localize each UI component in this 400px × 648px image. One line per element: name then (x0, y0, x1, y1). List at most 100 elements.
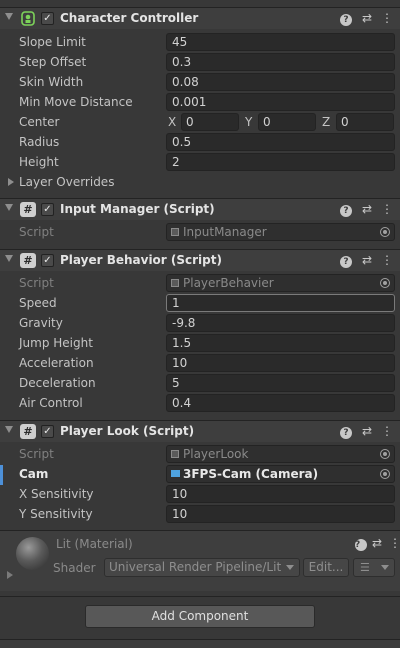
script-reference-value: InputManager (183, 225, 267, 239)
field-label: Script (19, 276, 54, 290)
field-label: Deceleration (19, 376, 96, 390)
chevron-down-icon (381, 565, 389, 570)
field-label: Step Offset (19, 55, 87, 69)
center-y-label[interactable]: Y (245, 115, 252, 129)
player-look-header[interactable]: # ✓ Player Look (Script) ? ⇄ ⋮ (0, 420, 400, 442)
layer-overrides-label[interactable]: Layer Overrides (19, 175, 114, 189)
input-manager-header[interactable]: # ✓ Input Manager (Script) ? ⇄ ⋮ (0, 198, 400, 220)
bottom-bar (0, 639, 400, 648)
divider (0, 596, 400, 597)
height-field[interactable]: 2 (166, 153, 395, 171)
center-y-field[interactable]: 0 (258, 113, 316, 131)
more-options-icon[interactable]: ⋮ (380, 10, 394, 26)
component-title: Character Controller (60, 11, 199, 25)
x-sensitivity-field[interactable]: 10 (166, 485, 395, 503)
help-icon[interactable]: ? (339, 201, 353, 217)
field-label: X Sensitivity (19, 487, 94, 501)
help-icon[interactable]: ? (339, 252, 353, 268)
air-control-field[interactable]: 0.4 (166, 394, 395, 412)
field-label: Slope Limit (19, 35, 86, 49)
more-options-icon[interactable]: ⋮ (380, 201, 394, 217)
cam-reference-field[interactable]: 3FPS-Cam (Camera) (166, 465, 395, 483)
script-asset-icon (171, 450, 179, 458)
cam-row: Cam 3FPS-Cam (Camera) (0, 464, 400, 484)
field-label: Air Control (19, 396, 83, 410)
help-icon[interactable]: ? (355, 536, 367, 551)
foldout-arrow-icon[interactable] (5, 204, 13, 211)
deceleration-row: Deceleration 5 (0, 373, 400, 393)
step-offset-row: Step Offset 0.3 (0, 52, 400, 72)
field-label: Acceleration (19, 356, 94, 370)
field-label: Script (19, 225, 54, 239)
script-row: Script InputManager (0, 222, 400, 242)
min-move-distance-field[interactable]: 0.001 (166, 93, 395, 111)
field-label: Min Move Distance (19, 95, 133, 109)
deceleration-field[interactable]: 5 (166, 374, 395, 392)
enabled-checkbox[interactable]: ✓ (41, 203, 54, 216)
edit-shader-button[interactable]: Edit... (303, 558, 349, 577)
shader-options-dropdown[interactable]: ☰ (353, 558, 395, 577)
step-offset-field[interactable]: 0.3 (166, 53, 395, 71)
more-options-icon[interactable]: ⋮ (380, 423, 394, 439)
script-row: Script PlayerBehavier (0, 273, 400, 293)
gravity-row: Gravity -9.8 (0, 313, 400, 333)
more-options-icon[interactable]: ⋮ (380, 252, 394, 268)
more-options-icon[interactable]: ⋮ (389, 536, 400, 550)
script-row: Script PlayerLook (0, 444, 400, 464)
presets-icon[interactable]: ⇄ (360, 423, 374, 439)
field-label: Speed (19, 296, 57, 310)
object-picker-icon (380, 449, 390, 459)
x-sensitivity-row: X Sensitivity 10 (0, 484, 400, 504)
jump-height-field[interactable]: 1.5 (166, 334, 395, 352)
script-reference-field: PlayerBehavier (166, 274, 395, 292)
add-component-button[interactable]: Add Component (85, 605, 315, 628)
gravity-field[interactable]: -9.8 (166, 314, 395, 332)
slope-limit-field[interactable]: 45 (166, 33, 395, 51)
shader-dropdown-value: Universal Render Pipeline/Lit (109, 560, 282, 574)
slope-limit-row: Slope Limit 45 (0, 32, 400, 52)
presets-icon[interactable]: ⇄ (360, 10, 374, 26)
material-title: Lit (Material) (56, 537, 133, 551)
object-picker-icon (380, 278, 390, 288)
y-sensitivity-field[interactable]: 10 (166, 505, 395, 523)
help-icon[interactable]: ? (339, 10, 353, 26)
script-reference-field: InputManager (166, 223, 395, 241)
shader-dropdown[interactable]: Universal Render Pipeline/Lit (104, 558, 300, 577)
presets-icon[interactable]: ⇄ (360, 201, 374, 217)
presets-icon[interactable]: ⇄ (372, 536, 382, 550)
layer-overrides-foldout[interactable]: Layer Overrides (0, 172, 400, 192)
foldout-arrow-icon[interactable] (5, 13, 13, 20)
script-icon: # (20, 424, 36, 439)
foldout-arrow-icon[interactable] (5, 426, 13, 433)
character-controller-header[interactable]: ✓ Character Controller ? ⇄ ⋮ (0, 7, 400, 29)
skin-width-field[interactable]: 0.08 (166, 73, 395, 91)
character-controller-icon (20, 11, 36, 26)
foldout-arrow-icon[interactable] (7, 571, 13, 579)
cam-reference-value: 3FPS-Cam (Camera) (183, 467, 319, 481)
field-label: Height (19, 155, 59, 169)
component-title: Player Look (Script) (60, 424, 195, 438)
field-label: Radius (19, 135, 60, 149)
enabled-checkbox[interactable]: ✓ (41, 254, 54, 267)
foldout-arrow-icon[interactable] (8, 178, 14, 186)
chevron-down-icon (286, 565, 294, 570)
object-picker-icon[interactable] (380, 469, 390, 479)
acceleration-field[interactable]: 10 (166, 354, 395, 372)
script-icon: # (20, 253, 36, 268)
center-z-field[interactable]: 0 (336, 113, 394, 131)
field-label: Gravity (19, 316, 63, 330)
center-x-field[interactable]: 0 (181, 113, 239, 131)
height-row: Height 2 (0, 152, 400, 172)
enabled-checkbox[interactable]: ✓ (41, 425, 54, 438)
player-behavior-header[interactable]: # ✓ Player Behavior (Script) ? ⇄ ⋮ (0, 249, 400, 271)
center-x-label[interactable]: X (168, 115, 176, 129)
field-label: Center (19, 115, 60, 129)
foldout-arrow-icon[interactable] (5, 255, 13, 262)
jump-height-row: Jump Height 1.5 (0, 333, 400, 353)
presets-icon[interactable]: ⇄ (360, 252, 374, 268)
radius-field[interactable]: 0.5 (166, 133, 395, 151)
enabled-checkbox[interactable]: ✓ (41, 12, 54, 25)
speed-field[interactable]: 1 (166, 294, 395, 312)
center-z-label[interactable]: Z (322, 115, 330, 129)
help-icon[interactable]: ? (339, 423, 353, 439)
